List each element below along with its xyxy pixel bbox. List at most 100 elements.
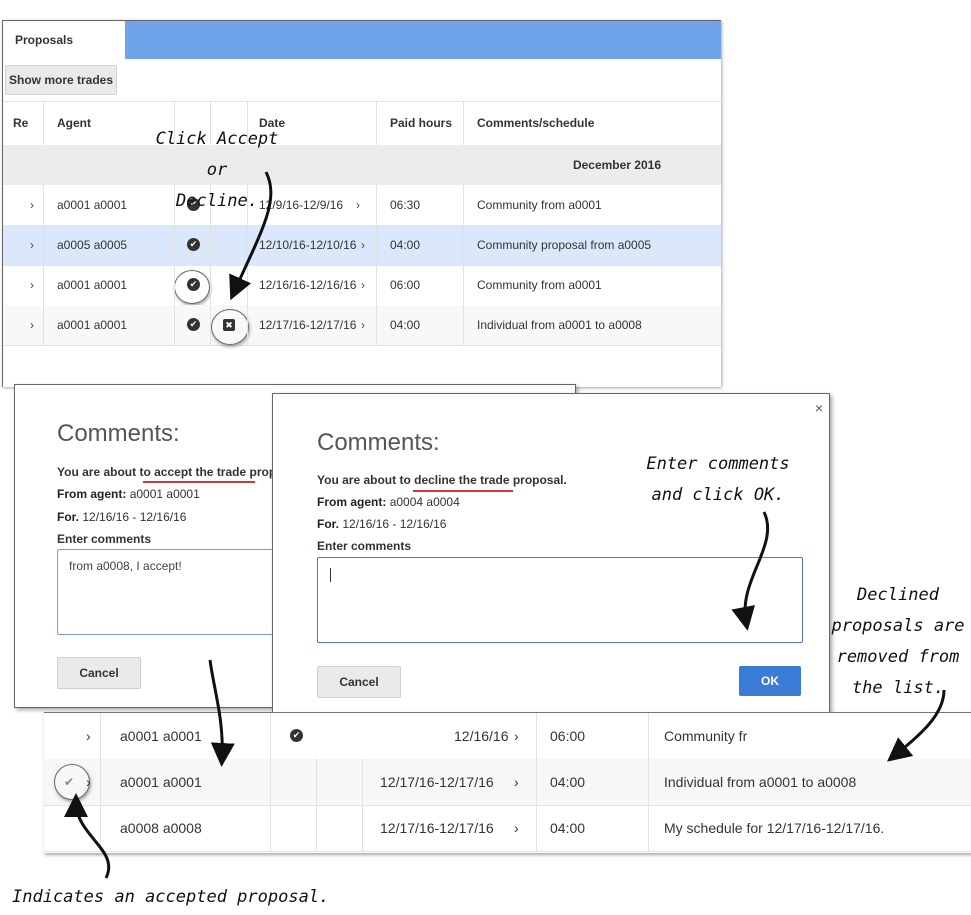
from-agent-line: From agent: a0001 a0001 bbox=[57, 487, 200, 501]
for-value: 12/16/16 - 12/16/16 bbox=[82, 510, 187, 524]
close-icon[interactable]: × bbox=[815, 400, 823, 416]
agent-cell: a0001 a0001 bbox=[57, 318, 128, 332]
expand-chevron-icon[interactable]: › bbox=[30, 265, 34, 305]
comment-cell: Community fr bbox=[664, 728, 748, 744]
column-divider bbox=[43, 185, 44, 345]
date-cell: 12/10/16-12/10/16 bbox=[259, 238, 357, 252]
accept-check-icon[interactable]: ✔ bbox=[187, 238, 200, 251]
hours-cell: 04:00 bbox=[550, 774, 586, 790]
show-more-trades-button[interactable]: Show more trades bbox=[5, 65, 117, 95]
dialog-message: You are about to decline the trade propo… bbox=[317, 473, 567, 487]
date-chevron-icon[interactable]: › bbox=[361, 265, 365, 305]
message-action: decline the trade proposal. bbox=[414, 473, 567, 487]
dialog-title: Comments: bbox=[317, 429, 440, 456]
date-chevron-icon[interactable]: › bbox=[356, 185, 360, 225]
enter-comments-label: Enter comments bbox=[317, 539, 412, 553]
agent-cell: a0008 a0008 bbox=[120, 820, 202, 836]
cancel-button[interactable]: Cancel bbox=[57, 657, 141, 689]
expand-chevron-icon[interactable]: › bbox=[86, 713, 91, 759]
column-divider bbox=[316, 759, 317, 851]
column-header-re[interactable]: Re bbox=[13, 101, 28, 145]
annotation-declined: Declined proposals are removed from the … bbox=[830, 580, 966, 704]
date-cell: 12/17/16-12/17/16 bbox=[259, 318, 357, 332]
column-divider bbox=[270, 713, 271, 851]
ok-button[interactable]: OK bbox=[739, 666, 801, 696]
month-group-row: December 2016 bbox=[3, 145, 721, 185]
table-row-selected[interactable]: › a0005 a0005 ✔ 12/10/16-12/10/16 › 04:0… bbox=[3, 225, 721, 266]
accept-check-icon[interactable]: ✔ bbox=[187, 318, 200, 331]
agent-cell: a0005 a0005 bbox=[57, 238, 128, 252]
comment-cell: Individual from a0001 to a0008 bbox=[477, 318, 642, 332]
column-header-paid-hours[interactable]: Paid hours bbox=[390, 101, 452, 145]
column-divider bbox=[463, 101, 464, 145]
column-divider bbox=[536, 713, 537, 851]
date-chevron-icon[interactable]: › bbox=[514, 759, 519, 805]
hours-cell: 04:00 bbox=[550, 820, 586, 836]
header-top-rule bbox=[3, 101, 721, 102]
table-row[interactable]: › a0001 a0001 ✔ ✖ 12/17/16-12/17/16 › 04… bbox=[3, 305, 721, 346]
date-chevron-icon[interactable]: › bbox=[514, 805, 519, 851]
comment-textarea[interactable] bbox=[317, 557, 803, 643]
accept-check-icon[interactable]: ✔ bbox=[290, 729, 303, 742]
comment-cell: Community from a0001 bbox=[477, 198, 602, 212]
agent-cell: a0001 a0001 bbox=[57, 198, 128, 212]
annotation-line: proposals are bbox=[831, 616, 965, 636]
dialog-title: Comments: bbox=[57, 420, 180, 447]
annotation-click-accept: Click Accept or Decline. bbox=[146, 124, 288, 217]
column-divider bbox=[362, 759, 363, 851]
agent-cell: a0001 a0001 bbox=[120, 728, 202, 744]
from-label: From agent: bbox=[57, 487, 127, 501]
date-chevron-icon[interactable]: › bbox=[361, 305, 365, 345]
accepted-check-icon: ✔ bbox=[64, 775, 75, 789]
column-divider bbox=[376, 101, 377, 145]
table-row[interactable]: › a0001 a0001 ✔ 12/16/16-12/16/16 › 06:0… bbox=[3, 265, 721, 306]
annotation-line: Enter comments bbox=[646, 454, 790, 474]
column-divider bbox=[376, 185, 377, 345]
updated-proposals-panel: › a0001 a0001 ✔ 12/16/16 › 06:00 Communi… bbox=[44, 712, 971, 853]
annotation-line: the list. bbox=[851, 678, 945, 698]
expand-chevron-icon[interactable]: › bbox=[86, 759, 91, 805]
annotation-line: Declined bbox=[857, 585, 939, 605]
table-row[interactable]: › a0001 a0001 ✔ 12/16/16 › 06:00 Communi… bbox=[44, 713, 971, 760]
from-value: a0001 a0001 bbox=[129, 487, 200, 501]
table-row[interactable]: a0008 a0008 12/17/16-12/17/16 › 04:00 My… bbox=[44, 805, 971, 852]
for-line: For. 12/16/16 - 12/16/16 bbox=[317, 517, 446, 531]
expand-chevron-icon[interactable]: › bbox=[30, 225, 34, 265]
cancel-button[interactable]: Cancel bbox=[317, 666, 401, 698]
expand-chevron-icon[interactable]: › bbox=[30, 185, 34, 225]
annotation-accepted: Indicates an accepted proposal. bbox=[12, 887, 330, 907]
month-label: December 2016 bbox=[572, 158, 661, 172]
annotation-line: Decline. bbox=[176, 191, 258, 211]
table-row[interactable]: ✔ › a0001 a0001 12/17/16-12/17/16 › 04:0… bbox=[44, 759, 971, 806]
agent-cell: a0001 a0001 bbox=[120, 774, 202, 790]
message-prefix: You are about to bbox=[317, 473, 415, 487]
table-row[interactable]: › a0001 a0001 ✔ 12/9/16-12/9/16 › 06:30 … bbox=[3, 185, 721, 226]
column-divider bbox=[463, 185, 464, 345]
hours-cell: 04:00 bbox=[390, 318, 421, 332]
proposals-panel: Proposals Show more trades Re Agent Date… bbox=[2, 20, 721, 387]
annotation-line: removed from bbox=[836, 647, 960, 667]
date-chevron-icon[interactable]: › bbox=[361, 225, 365, 265]
highlight-underline bbox=[413, 490, 513, 492]
comment-cell: Community proposal from a0005 bbox=[477, 238, 652, 252]
date-cell: 12/17/16-12/17/16 bbox=[380, 820, 494, 836]
tab-proposals[interactable]: Proposals bbox=[3, 21, 125, 59]
annotation-line: Click Accept or bbox=[155, 129, 279, 180]
comment-cell: Community from a0001 bbox=[477, 278, 602, 292]
date-chevron-icon[interactable]: › bbox=[514, 713, 519, 759]
column-header-agent[interactable]: Agent bbox=[57, 101, 91, 145]
hours-cell: 04:00 bbox=[390, 238, 421, 252]
for-line: For. 12/16/16 - 12/16/16 bbox=[57, 510, 186, 524]
for-value: 12/16/16 - 12/16/16 bbox=[342, 517, 447, 531]
column-header-comments[interactable]: Comments/schedule bbox=[477, 101, 594, 145]
enter-comments-label: Enter comments bbox=[57, 532, 152, 546]
for-label: For. bbox=[57, 510, 80, 524]
from-label: From agent: bbox=[317, 495, 387, 509]
expand-chevron-icon[interactable]: › bbox=[30, 305, 34, 345]
comment-textarea[interactable]: from a0008, I accept! bbox=[57, 549, 289, 635]
annotation-line: and click OK. bbox=[651, 485, 785, 505]
date-cell: 12/17/16-12/17/16 bbox=[380, 774, 494, 790]
dialog-message: You are about to accept the trade propos… bbox=[57, 465, 297, 479]
column-divider bbox=[43, 101, 44, 145]
message-prefix: You are about to bbox=[57, 465, 155, 479]
